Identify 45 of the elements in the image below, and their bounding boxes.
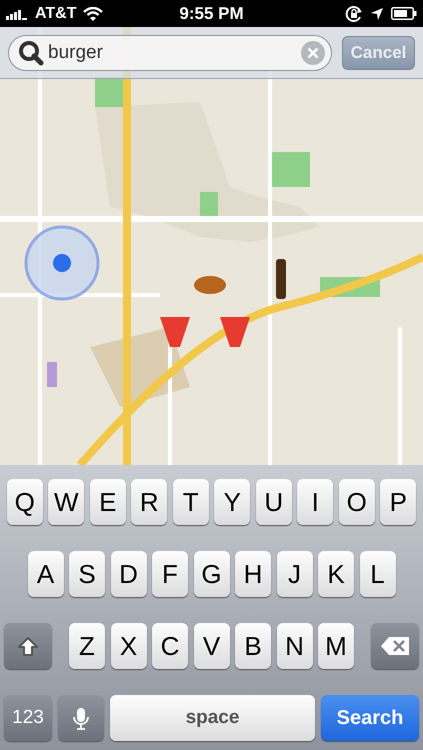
letter-key[interactable]: R	[131, 479, 168, 525]
search-icon	[18, 40, 44, 66]
letter-key[interactable]: V	[194, 623, 230, 669]
letter-key[interactable]: G	[194, 551, 230, 597]
location-arrow-icon	[370, 6, 384, 20]
letter-key[interactable]: O	[338, 479, 375, 525]
letter-key[interactable]: L	[360, 551, 396, 597]
space-key[interactable]: space	[110, 695, 315, 741]
letter-key[interactable]: M	[318, 623, 354, 669]
letter-key[interactable]: F	[152, 551, 188, 597]
numbers-key[interactable]: 123	[4, 695, 52, 741]
signal-icon	[6, 8, 28, 20]
letter-key[interactable]: C	[152, 623, 188, 669]
letter-key[interactable]: H	[235, 551, 271, 597]
letter-key[interactable]: Y	[214, 479, 250, 525]
shift-key[interactable]	[4, 623, 52, 669]
delete-key[interactable]	[371, 623, 419, 669]
wifi-icon	[83, 6, 104, 20]
search-field[interactable]: burger	[8, 34, 332, 70]
letter-key[interactable]: E	[90, 479, 126, 525]
letter-key[interactable]: U	[256, 479, 292, 525]
letter-key[interactable]: I	[297, 479, 334, 525]
letter-key[interactable]: P	[380, 479, 416, 525]
shift-arrow-icon	[17, 636, 39, 656]
letter-key[interactable]: K	[318, 551, 354, 597]
letter-key[interactable]: S	[69, 551, 105, 597]
letter-key[interactable]: X	[110, 623, 146, 669]
letter-key[interactable]: Q	[6, 479, 43, 525]
letter-key[interactable]: A	[28, 551, 64, 597]
microphone-icon	[72, 706, 90, 730]
dictation-key[interactable]	[58, 695, 104, 741]
letter-key[interactable]: D	[110, 551, 146, 597]
search-key[interactable]: Search	[321, 695, 419, 741]
delete-icon	[380, 636, 410, 656]
letter-key[interactable]: T	[172, 479, 209, 525]
letter-key[interactable]: N	[276, 623, 312, 669]
letter-key[interactable]: J	[276, 551, 312, 597]
clock-time: 9:55 PM	[178, 4, 245, 24]
search-input[interactable]: burger	[48, 42, 297, 64]
battery-icon	[391, 7, 417, 20]
carrier-name: AT&T	[35, 4, 76, 22]
rotation-lock-icon	[345, 6, 363, 22]
letter-key[interactable]: Z	[69, 623, 105, 669]
letter-key[interactable]: W	[48, 479, 84, 525]
letter-key[interactable]: B	[235, 623, 271, 669]
